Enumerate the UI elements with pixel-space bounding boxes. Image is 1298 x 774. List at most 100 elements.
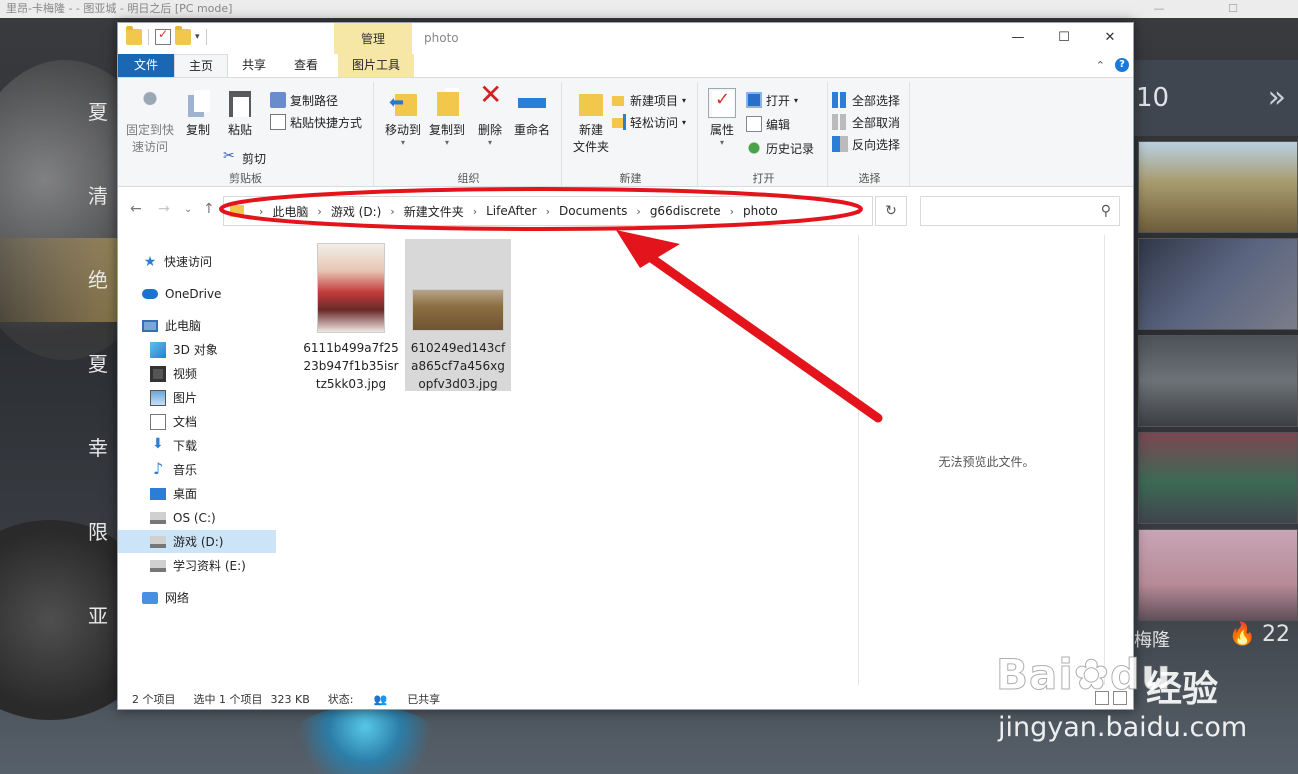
chevron-right-icon[interactable]: » bbox=[1268, 60, 1286, 136]
toolbar-divider bbox=[148, 29, 149, 45]
breadcrumb-item[interactable]: 游戏 (D:) bbox=[331, 203, 381, 220]
close-button[interactable]: ✕ bbox=[1087, 23, 1133, 53]
properties-button[interactable]: 属性 ▾ bbox=[700, 88, 744, 147]
copy-path-button[interactable]: 复制路径 bbox=[270, 90, 338, 110]
breadcrumb-item-current[interactable]: photo bbox=[743, 204, 778, 218]
picture-icon bbox=[150, 389, 166, 406]
maximize-button[interactable]: ☐ bbox=[1041, 23, 1087, 53]
nav-label: 下载 bbox=[173, 439, 198, 453]
game-title: 里昂-卡梅隆 - - 图亚城 - 明日之后 [PC mode] bbox=[6, 2, 233, 15]
new-folder-icon bbox=[577, 88, 605, 118]
properties-icon[interactable] bbox=[155, 27, 171, 45]
game-menu-item[interactable]: 清 bbox=[0, 154, 118, 238]
tab-view[interactable]: 查看 bbox=[280, 54, 332, 77]
breadcrumb-item[interactable]: Documents bbox=[559, 204, 627, 218]
copy-path-icon bbox=[270, 92, 286, 108]
game-photo-thumb[interactable] bbox=[1138, 238, 1298, 330]
breadcrumb-item[interactable]: LifeAfter bbox=[486, 204, 536, 218]
music-icon bbox=[150, 459, 166, 478]
breadcrumb-item[interactable]: 此电脑 bbox=[272, 203, 308, 220]
tab-picture-tools[interactable]: 图片工具 bbox=[338, 54, 415, 77]
help-icon[interactable]: ? bbox=[1115, 58, 1129, 72]
tab-home[interactable]: 主页 bbox=[174, 54, 229, 77]
breadcrumb-separator[interactable]: › bbox=[636, 205, 640, 218]
window-title: photo bbox=[424, 31, 459, 45]
ribbon-group-clipboard: 固定到快 速访问 复制 粘贴 复制路径 粘贴快捷方式 剪切 剪贴 bbox=[118, 82, 374, 186]
nav-label: 游戏 (D:) bbox=[173, 535, 224, 549]
new-item-button[interactable]: 新建项目 ▾ bbox=[610, 90, 686, 110]
nav-label: 学习资料 (E:) bbox=[173, 559, 246, 573]
tab-share[interactable]: 共享 bbox=[228, 54, 280, 77]
game-menu-item[interactable]: 限 bbox=[0, 490, 118, 574]
select-none-button[interactable]: 全部取消 bbox=[832, 112, 900, 132]
window-controls: — ☐ ✕ bbox=[995, 23, 1133, 53]
nav-this-pc[interactable]: 此电脑 bbox=[142, 314, 300, 337]
game-menu-item[interactable]: 夏 bbox=[0, 70, 118, 154]
nav-label: 桌面 bbox=[173, 487, 198, 501]
nav-drive-d[interactable]: 游戏 (D:) bbox=[118, 530, 276, 553]
breadcrumb-item[interactable]: g66discrete bbox=[650, 204, 721, 218]
game-menu-item[interactable]: 亚 bbox=[0, 574, 118, 658]
game-menu-item[interactable]: 幸 bbox=[0, 406, 118, 490]
chevron-down-icon[interactable]: ▾ bbox=[195, 32, 200, 42]
game-likes[interactable]: 🔥 22 bbox=[1229, 622, 1290, 647]
pin-to-quick-access-button[interactable]: 固定到快 速访问 bbox=[122, 88, 178, 156]
breadcrumb-separator[interactable]: › bbox=[546, 205, 550, 218]
address-bar[interactable]: › 此电脑 › 游戏 (D:) › 新建文件夹 › LifeAfter › Do… bbox=[223, 196, 873, 226]
back-button[interactable]: ← bbox=[130, 201, 142, 217]
game-menu: 夏 清 绝 夏 幸 限 亚 bbox=[0, 70, 118, 658]
game-menu-item-active[interactable]: 绝 bbox=[0, 238, 118, 322]
history-button[interactable]: 历史记录 bbox=[746, 138, 814, 158]
breadcrumb-separator: › bbox=[259, 204, 264, 218]
context-tab-manage[interactable]: 管理 bbox=[334, 23, 412, 54]
rename-button[interactable]: 重命名 bbox=[504, 88, 560, 139]
recent-locations-button[interactable]: ⌄ bbox=[184, 204, 192, 215]
game-photo-thumb[interactable] bbox=[1138, 335, 1298, 427]
select-all-button[interactable]: 全部选择 bbox=[832, 90, 900, 110]
ribbon-group-label: 剪贴板 bbox=[229, 172, 262, 185]
breadcrumb-item[interactable]: 新建文件夹 bbox=[404, 203, 464, 220]
ribbon-group-label: 打开 bbox=[752, 172, 775, 185]
history-label: 历史记录 bbox=[766, 141, 815, 156]
baidu-watermark: Bai✿du 经验 jingyan.baidu.com bbox=[996, 650, 1296, 760]
breadcrumb-separator[interactable]: › bbox=[390, 205, 394, 218]
breadcrumb-separator[interactable]: › bbox=[730, 205, 734, 218]
paste-shortcut-button[interactable]: 粘贴快捷方式 bbox=[270, 112, 362, 132]
game-menu-item[interactable]: 夏 bbox=[0, 322, 118, 406]
network-icon bbox=[142, 591, 158, 604]
game-likes-count: 22 bbox=[1262, 622, 1290, 647]
file-explorer-window: ▾ 管理 photo — ☐ ✕ 文件 主页 共享 查看 图片工具 ⌃ ? 固定… bbox=[117, 22, 1134, 710]
nav-onedrive[interactable]: OneDrive bbox=[142, 282, 300, 305]
nav-network[interactable]: 网络 bbox=[142, 586, 300, 609]
properties-icon bbox=[708, 88, 736, 118]
copy-button[interactable]: 复制 bbox=[178, 88, 218, 139]
game-window-controls[interactable]: — ☐ bbox=[1154, 0, 1268, 18]
game-photo-thumb[interactable] bbox=[1138, 141, 1298, 233]
collapse-ribbon-icon[interactable]: ⌃ bbox=[1096, 59, 1105, 72]
nav-quick-access[interactable]: ★ 快速访问 bbox=[142, 250, 300, 273]
file-tile[interactable]: 6111b499a7f2523b947f1b35isrtz5kk03.jpg bbox=[298, 239, 404, 393]
invert-selection-button[interactable]: 反向选择 bbox=[832, 134, 900, 154]
cube-icon bbox=[150, 341, 166, 358]
edit-button[interactable]: 编辑 bbox=[746, 114, 790, 134]
open-label: 打开 bbox=[766, 93, 791, 108]
minimize-button[interactable]: — bbox=[995, 23, 1041, 53]
cut-button[interactable]: 剪切 bbox=[222, 148, 266, 168]
easy-access-button[interactable]: 轻松访问 ▾ bbox=[610, 112, 686, 132]
search-input[interactable]: ⚲ bbox=[920, 196, 1120, 226]
ribbon-group-label: 选择 bbox=[858, 172, 881, 185]
chevron-down-icon: ▾ bbox=[794, 95, 799, 105]
paste-button[interactable]: 粘贴 bbox=[220, 88, 260, 139]
open-button[interactable]: 打开 ▾ bbox=[746, 90, 798, 110]
forward-button[interactable]: → bbox=[158, 201, 170, 217]
breadcrumb-separator[interactable]: › bbox=[317, 205, 321, 218]
breadcrumb-separator[interactable]: › bbox=[473, 205, 477, 218]
new-folder-icon[interactable] bbox=[175, 26, 191, 45]
game-photo-thumb[interactable] bbox=[1138, 529, 1298, 621]
up-button[interactable]: ↑ bbox=[203, 201, 215, 217]
file-tile-selected[interactable]: 610249ed143cfa865cf7a456xgopfv3d03.jpg bbox=[405, 239, 511, 391]
tab-file[interactable]: 文件 bbox=[118, 54, 174, 77]
refresh-button[interactable]: ↻ bbox=[875, 196, 907, 226]
game-photo-thumb[interactable] bbox=[1138, 432, 1298, 524]
address-dropdown-icon[interactable]: ⌄ bbox=[855, 207, 863, 217]
